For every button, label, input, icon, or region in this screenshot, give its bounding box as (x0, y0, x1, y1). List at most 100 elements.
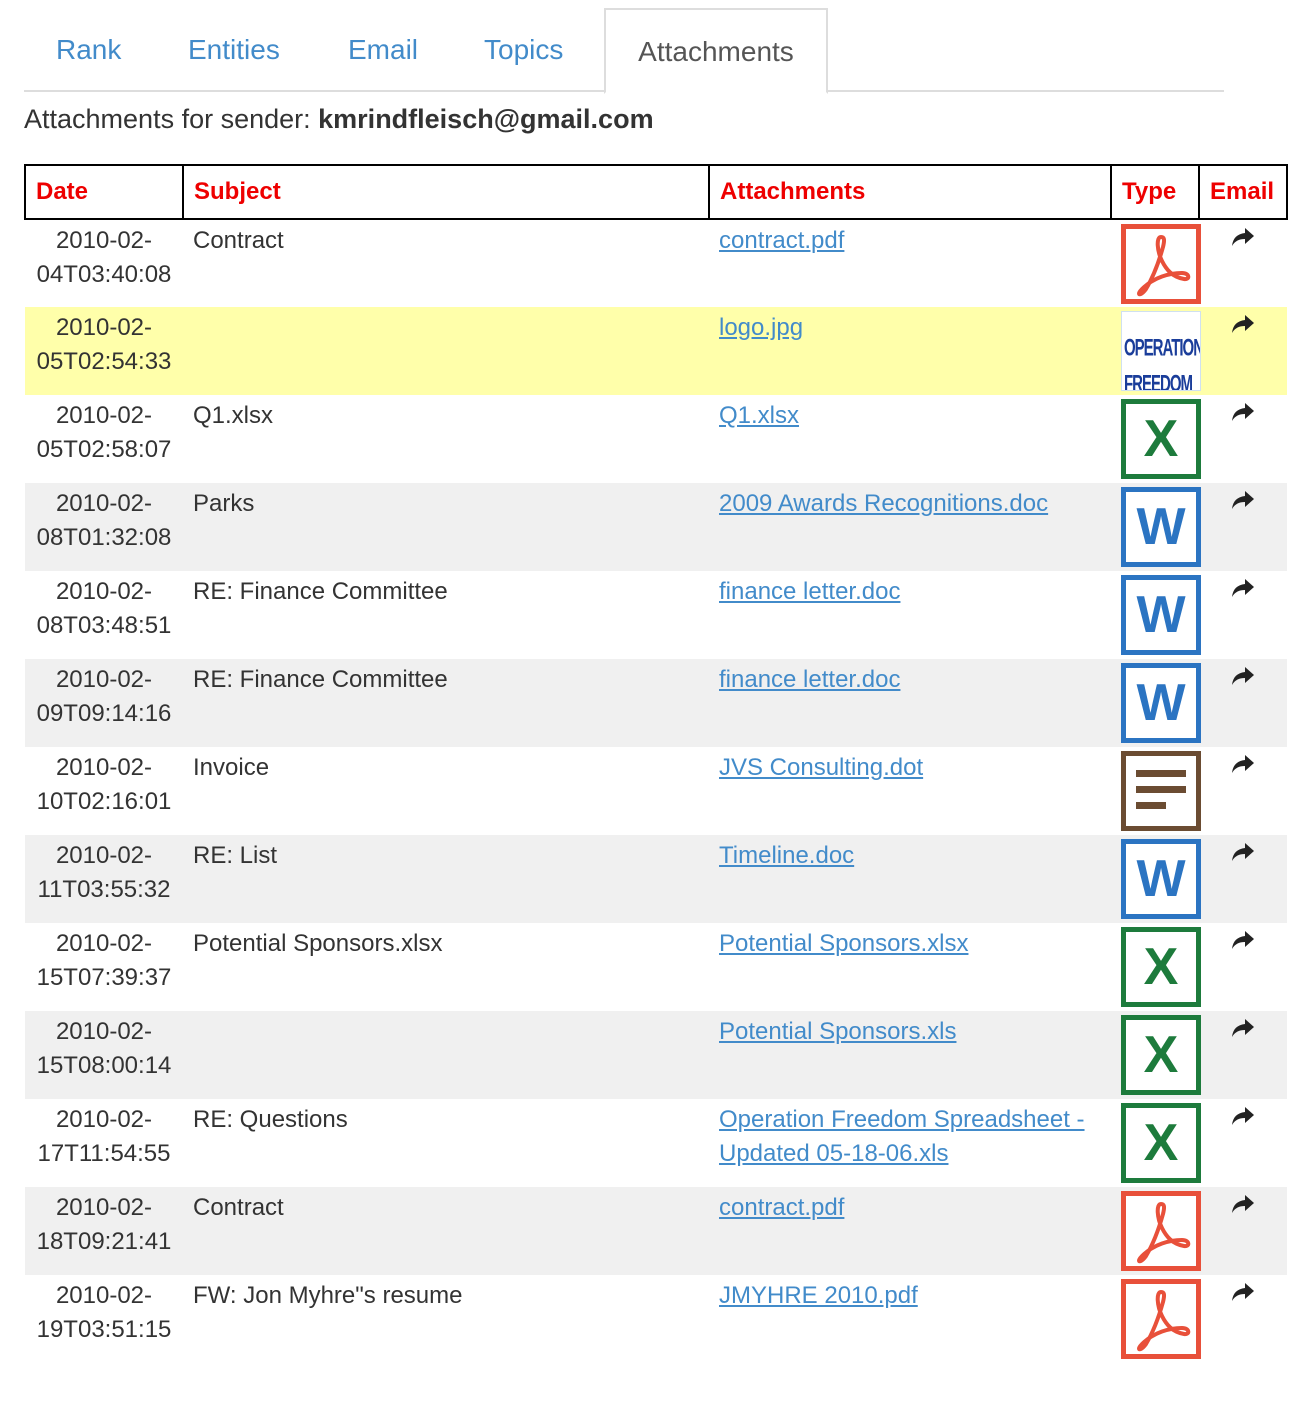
attachment-link[interactable]: Potential Sponsors.xlsx (719, 930, 968, 957)
date-cell: 2010-02- 15T08:00:14 (25, 1011, 183, 1099)
attachment-link[interactable]: finance letter.doc (719, 578, 900, 605)
subject-cell: Q1.xlsx (183, 395, 709, 483)
acrobat-glyph (1137, 1202, 1191, 1264)
subject-cell: Contract (183, 219, 709, 307)
share-arrow-glyph (1232, 1195, 1254, 1213)
column-header-date[interactable]: Date (24, 164, 184, 220)
word-icon: W (1121, 663, 1201, 743)
excel-icon: X (1121, 1103, 1201, 1183)
share-arrow-icon[interactable] (1230, 224, 1256, 258)
attachment-link[interactable]: 2009 Awards Recognitions.doc (719, 490, 1048, 517)
column-header-email[interactable]: Email (1198, 164, 1288, 220)
email-cell (1199, 1011, 1287, 1099)
share-arrow-glyph (1232, 1107, 1254, 1125)
date-line-1: 2010-02- (55, 754, 153, 781)
word-letter: W (1136, 498, 1186, 556)
share-arrow-icon[interactable] (1230, 751, 1256, 785)
attachment-link[interactable]: Timeline.doc (719, 842, 854, 869)
type-cell: W (1111, 571, 1201, 659)
subject-cell: Parks (183, 483, 709, 571)
share-arrow-icon[interactable] (1230, 575, 1256, 609)
attachment-link[interactable]: JMYHRE 2010.pdf (719, 1282, 918, 1309)
table-row[interactable]: 2010-02- 05T02:54:33 logo.jpg OPERATION FR… (25, 307, 1287, 395)
date-cell: 2010-02- 18T09:21:41 (25, 1187, 183, 1275)
type-cell: X (1111, 1099, 1201, 1187)
table-row[interactable]: 2010-02- 18T09:21:41 Contract contract.pd… (25, 1187, 1287, 1275)
table-row[interactable]: 2010-02- 09T09:14:16 RE: Finance Committe… (25, 659, 1287, 747)
excel-icon: X (1121, 1015, 1201, 1095)
type-cell: W (1111, 483, 1201, 571)
attachment-cell: finance letter.doc (709, 571, 1111, 659)
share-arrow-icon[interactable] (1230, 1191, 1256, 1225)
attachments-table: Date Subject Attachments Type Email 2010… (24, 164, 1288, 1363)
attachment-cell: JMYHRE 2010.pdf (709, 1275, 1111, 1363)
share-arrow-icon[interactable] (1230, 311, 1256, 345)
tab-entities[interactable]: Entities (188, 8, 280, 90)
column-header-subject[interactable]: Subject (182, 164, 710, 220)
pdf-icon (1121, 224, 1201, 304)
attachment-link[interactable]: finance letter.doc (719, 666, 900, 693)
table-row[interactable]: 2010-02- 10T02:16:01 Invoice JVS Consulti… (25, 747, 1287, 835)
column-header-attachments[interactable]: Attachments (708, 164, 1112, 220)
table-row[interactable]: 2010-02- 11T03:55:32 RE: List Timeline.do… (25, 835, 1287, 923)
tab-attachments[interactable]: Attachments (604, 8, 828, 94)
tab-email[interactable]: Email (348, 8, 418, 90)
attachment-link[interactable]: Operation Freedom Spreadsheet - Updated … (719, 1106, 1085, 1167)
email-cell (1199, 1187, 1287, 1275)
type-cell (1111, 219, 1201, 307)
share-arrow-icon[interactable] (1230, 1103, 1256, 1137)
word-letter: W (1136, 674, 1186, 732)
attachment-link[interactable]: logo.jpg (719, 314, 803, 341)
attachment-link[interactable]: contract.pdf (719, 1194, 844, 1221)
subject-cell: RE: Finance Committee (183, 571, 709, 659)
attachment-link[interactable]: Q1.xlsx (719, 402, 799, 429)
tab-topics[interactable]: Topics (484, 8, 563, 90)
subject-cell: RE: Questions (183, 1099, 709, 1187)
share-arrow-icon[interactable] (1230, 663, 1256, 697)
table-row[interactable]: 2010-02- 08T01:32:08 Parks 2009 Awards Re… (25, 483, 1287, 571)
date-line-1: 2010-02- (55, 666, 153, 693)
sender-heading: Attachments for sender: kmrindfleisch@gm… (24, 100, 654, 138)
attachment-link[interactable]: JVS Consulting.dot (719, 754, 923, 781)
table-row[interactable]: 2010-02- 17T11:54:55 RE: Questions Operat… (25, 1099, 1287, 1187)
share-arrow-icon[interactable] (1230, 839, 1256, 873)
text-document-icon (1121, 751, 1201, 831)
date-line-1: 2010-02- (55, 227, 153, 254)
column-header-type[interactable]: Type (1110, 164, 1200, 220)
date-line-2: 09T09:14:16 (36, 700, 172, 727)
type-cell: W (1111, 659, 1201, 747)
date-cell: 2010-02- 10T02:16:01 (25, 747, 183, 835)
pdf-icon (1121, 1279, 1201, 1359)
table-row[interactable]: 2010-02- 05T02:58:07 Q1.xlsx Q1.xlsx X (25, 395, 1287, 483)
sender-label: Attachments for sender: (24, 104, 311, 134)
excel-letter: X (1143, 1026, 1179, 1084)
date-line-2: 15T08:00:14 (36, 1052, 172, 1079)
tab-rank[interactable]: Rank (56, 8, 121, 90)
share-arrow-icon[interactable] (1230, 1279, 1256, 1313)
date-line-2: 08T03:48:51 (36, 612, 172, 639)
attachment-link[interactable]: Potential Sponsors.xls (719, 1018, 956, 1045)
table-row[interactable]: 2010-02- 15T07:39:37 Potential Sponsors.x… (25, 923, 1287, 1011)
attachment-cell: Operation Freedom Spreadsheet - Updated … (709, 1099, 1111, 1187)
table-row[interactable]: 2010-02- 15T08:00:14 Potential Sponsors.x… (25, 1011, 1287, 1099)
date-cell: 2010-02- 05T02:58:07 (25, 395, 183, 483)
date-line-2: 18T09:21:41 (36, 1228, 172, 1255)
attachment-cell: Potential Sponsors.xls (709, 1011, 1111, 1099)
share-arrow-icon[interactable] (1230, 927, 1256, 961)
table-row[interactable]: 2010-02- 19T03:51:15 FW: Jon Myhre"s resu… (25, 1275, 1287, 1363)
date-cell: 2010-02- 08T03:48:51 (25, 571, 183, 659)
table-row[interactable]: 2010-02- 04T03:40:08 Contract contract.pd… (25, 219, 1287, 307)
attachment-cell: contract.pdf (709, 1187, 1111, 1275)
attachment-link[interactable]: contract.pdf (719, 227, 844, 254)
email-cell (1199, 923, 1287, 1011)
share-arrow-glyph (1232, 579, 1254, 597)
share-arrow-icon[interactable] (1230, 399, 1256, 433)
date-line-1: 2010-02- (55, 930, 153, 957)
type-cell (1111, 1275, 1201, 1363)
share-arrow-icon[interactable] (1230, 487, 1256, 521)
email-cell (1199, 571, 1287, 659)
share-arrow-glyph (1232, 1283, 1254, 1301)
table-row[interactable]: 2010-02- 08T03:48:51 RE: Finance Committe… (25, 571, 1287, 659)
share-arrow-icon[interactable] (1230, 1015, 1256, 1049)
email-cell (1199, 659, 1287, 747)
